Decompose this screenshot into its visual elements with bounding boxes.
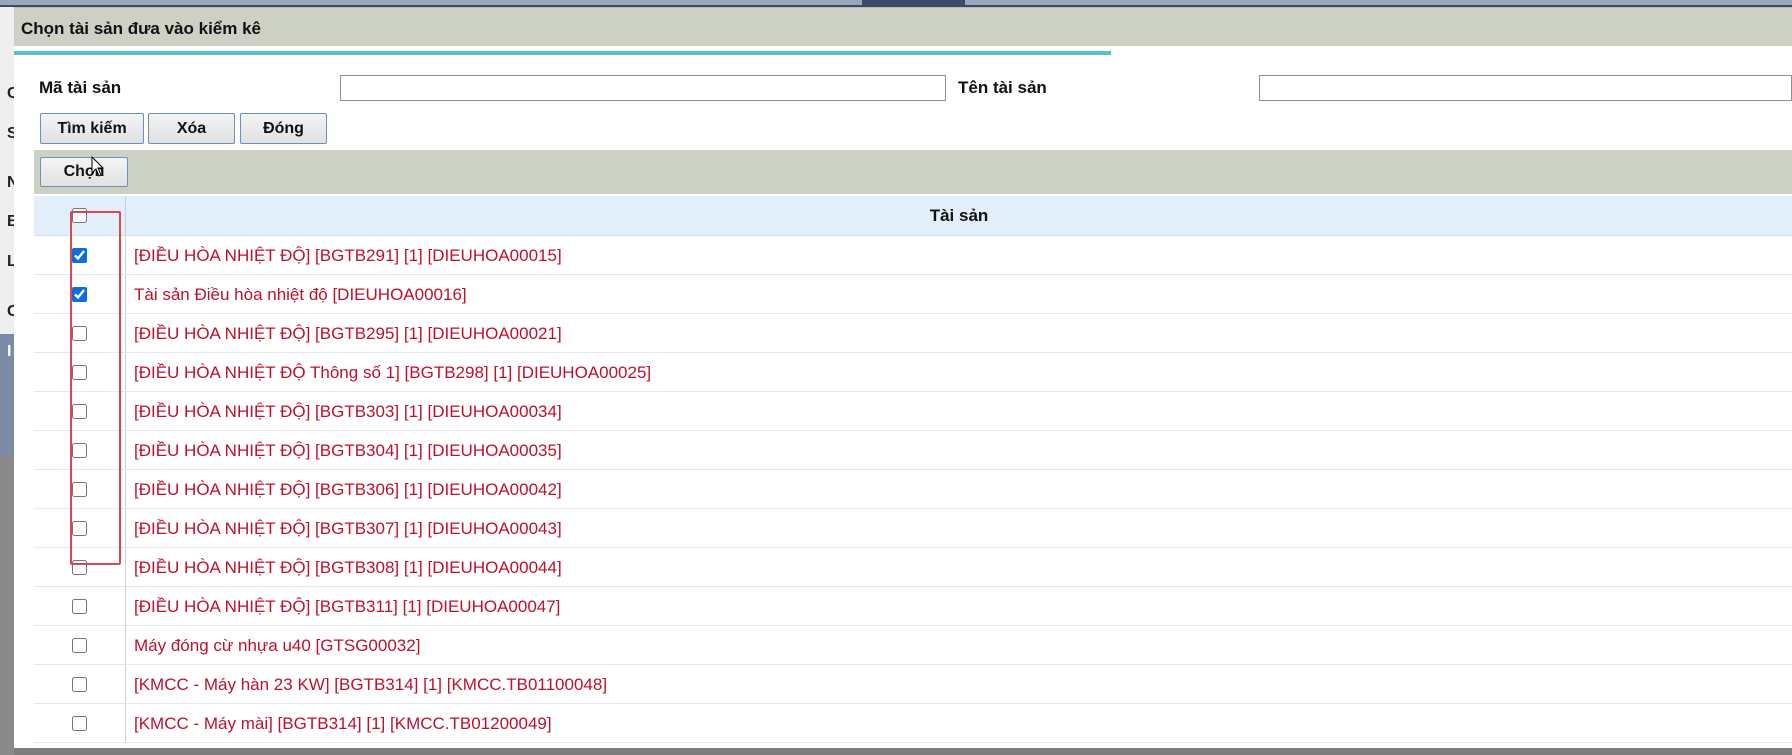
- asset-name-cell[interactable]: [ĐIỀU HÒA NHIỆT ĐỘ] [BGTB311] [1] [DIEUH…: [134, 587, 560, 626]
- table-row[interactable]: [ĐIỀU HÒA NHIỆT ĐỘ] [BGTB295] [1] [DIEUH…: [34, 314, 1792, 353]
- table-row[interactable]: [ĐIỀU HÒA NHIỆT ĐỘ] [BGTB304] [1] [DIEUH…: [34, 431, 1792, 470]
- asset-selection-dialog: Chọn tài sản đưa vào kiểm kê Mã tài sản …: [14, 7, 1792, 748]
- row-checkbox[interactable]: [72, 326, 87, 341]
- table-header: Tài sản: [34, 196, 1792, 236]
- row-checkbox-cell: [34, 509, 126, 547]
- row-checkbox[interactable]: [72, 482, 87, 497]
- select-button[interactable]: Chọn: [40, 157, 128, 187]
- row-checkbox[interactable]: [72, 443, 87, 458]
- background-panel: I: [0, 334, 14, 455]
- table-row[interactable]: [ĐIỀU HÒA NHIỆT ĐỘ] [BGTB291] [1] [DIEUH…: [34, 236, 1792, 275]
- row-checkbox[interactable]: [72, 677, 87, 692]
- row-checkbox[interactable]: [72, 365, 87, 380]
- select-all-checkbox[interactable]: [72, 208, 87, 223]
- asset-name-cell[interactable]: [ĐIỀU HÒA NHIỆT ĐỘ] [BGTB306] [1] [DIEUH…: [134, 470, 562, 509]
- table-row[interactable]: [ĐIỀU HÒA NHIỆT ĐỘ] [BGTB307] [1] [DIEUH…: [34, 509, 1792, 548]
- row-checkbox-cell: [34, 665, 126, 703]
- row-checkbox-cell: [34, 548, 126, 586]
- asset-code-input[interactable]: [340, 75, 946, 101]
- row-checkbox-cell: [34, 353, 126, 391]
- clear-button[interactable]: Xóa: [148, 113, 235, 144]
- table-row[interactable]: [ĐIỀU HÒA NHIỆT ĐỘ Thông số 1] [BGTB298]…: [34, 353, 1792, 392]
- dialog-title: Chọn tài sản đưa vào kiểm kê: [21, 19, 262, 38]
- table-body: [ĐIỀU HÒA NHIỆT ĐỘ] [BGTB291] [1] [DIEUH…: [34, 236, 1792, 743]
- row-checkbox-cell: [34, 470, 126, 508]
- asset-name-cell[interactable]: [KMCC - Máy hàn 23 KW] [BGTB314] [1] [KM…: [134, 665, 607, 704]
- grid-toolbar: Chọn: [34, 150, 1792, 194]
- asset-name-cell[interactable]: [ĐIỀU HÒA NHIỆT ĐỘ] [BGTB308] [1] [DIEUH…: [134, 548, 562, 587]
- asset-name-cell[interactable]: [ĐIỀU HÒA NHIỆT ĐỘ] [BGTB303] [1] [DIEUH…: [134, 392, 562, 431]
- background-top-strip-right: [965, 0, 1792, 5]
- row-checkbox[interactable]: [72, 521, 87, 536]
- table-row[interactable]: [KMCC - Máy hàn 23 KW] [BGTB314] [1] [KM…: [34, 665, 1792, 704]
- background-top-strip: [0, 0, 1792, 7]
- row-checkbox[interactable]: [72, 716, 87, 731]
- background-overlay: [0, 455, 14, 755]
- row-checkbox-cell: [34, 275, 126, 313]
- close-button[interactable]: Đóng: [240, 113, 327, 144]
- row-checkbox[interactable]: [72, 560, 87, 575]
- row-checkbox[interactable]: [72, 404, 87, 419]
- asset-name-cell[interactable]: [ĐIỀU HÒA NHIỆT ĐỘ Thông số 1] [BGTB298]…: [134, 353, 651, 392]
- asset-table: Tài sản [ĐIỀU HÒA NHIỆT ĐỘ] [BGTB291] [1…: [34, 196, 1792, 743]
- asset-name-label: Tên tài sản: [958, 78, 1047, 97]
- row-checkbox-cell: [34, 587, 126, 625]
- table-row[interactable]: [KMCC - Máy mài] [BGTB314] [1] [KMCC.TB0…: [34, 704, 1792, 743]
- row-checkbox-cell: [34, 314, 126, 352]
- background-page: C S N B L C I: [0, 7, 19, 755]
- asset-code-label: Mã tài sản: [39, 78, 122, 97]
- asset-name-cell[interactable]: Máy đóng cừ nhựa u40 [GTSG00032]: [134, 626, 420, 665]
- table-row[interactable]: [ĐIỀU HÒA NHIỆT ĐỘ] [BGTB303] [1] [DIEUH…: [34, 392, 1792, 431]
- background-label: I: [7, 343, 12, 360]
- table-row[interactable]: [ĐIỀU HÒA NHIỆT ĐỘ] [BGTB306] [1] [DIEUH…: [34, 470, 1792, 509]
- row-checkbox[interactable]: [72, 599, 87, 614]
- table-row[interactable]: Tài sản Điều hòa nhiệt độ [DIEUHOA00016]: [34, 275, 1792, 314]
- table-row[interactable]: Máy đóng cừ nhựa u40 [GTSG00032]: [34, 626, 1792, 665]
- row-checkbox-cell: [34, 431, 126, 469]
- dialog-title-bar[interactable]: Chọn tài sản đưa vào kiểm kê: [14, 7, 1792, 46]
- table-row[interactable]: [ĐIỀU HÒA NHIỆT ĐỘ] [BGTB311] [1] [DIEUH…: [34, 587, 1792, 626]
- row-checkbox-cell: [34, 704, 126, 742]
- row-checkbox-cell: [34, 626, 126, 664]
- asset-name-input[interactable]: [1259, 75, 1792, 101]
- asset-name-cell[interactable]: [ĐIỀU HÒA NHIỆT ĐỘ] [BGTB307] [1] [DIEUH…: [134, 509, 562, 548]
- background-top-strip-left: [0, 0, 862, 5]
- row-checkbox[interactable]: [72, 248, 87, 263]
- row-checkbox-cell: [34, 392, 126, 430]
- row-checkbox-cell: [34, 236, 126, 274]
- row-checkbox[interactable]: [72, 287, 87, 302]
- column-header-asset: Tài sản: [929, 206, 989, 225]
- header-checkbox-cell: [34, 196, 126, 235]
- loading-progress-bar: [14, 51, 1111, 55]
- row-checkbox[interactable]: [72, 638, 87, 653]
- asset-name-cell[interactable]: Tài sản Điều hòa nhiệt độ [DIEUHOA00016]: [134, 275, 467, 314]
- asset-name-cell[interactable]: [KMCC - Máy mài] [BGTB314] [1] [KMCC.TB0…: [134, 704, 552, 743]
- search-button[interactable]: Tìm kiếm: [40, 113, 144, 144]
- asset-name-cell[interactable]: [ĐIỀU HÒA NHIỆT ĐỘ] [BGTB295] [1] [DIEUH…: [134, 314, 562, 353]
- asset-name-cell[interactable]: [ĐIỀU HÒA NHIỆT ĐỘ] [BGTB291] [1] [DIEUH…: [134, 236, 562, 275]
- asset-name-cell[interactable]: [ĐIỀU HÒA NHIỆT ĐỘ] [BGTB304] [1] [DIEUH…: [134, 431, 562, 470]
- table-row[interactable]: [ĐIỀU HÒA NHIỆT ĐỘ] [BGTB308] [1] [DIEUH…: [34, 548, 1792, 587]
